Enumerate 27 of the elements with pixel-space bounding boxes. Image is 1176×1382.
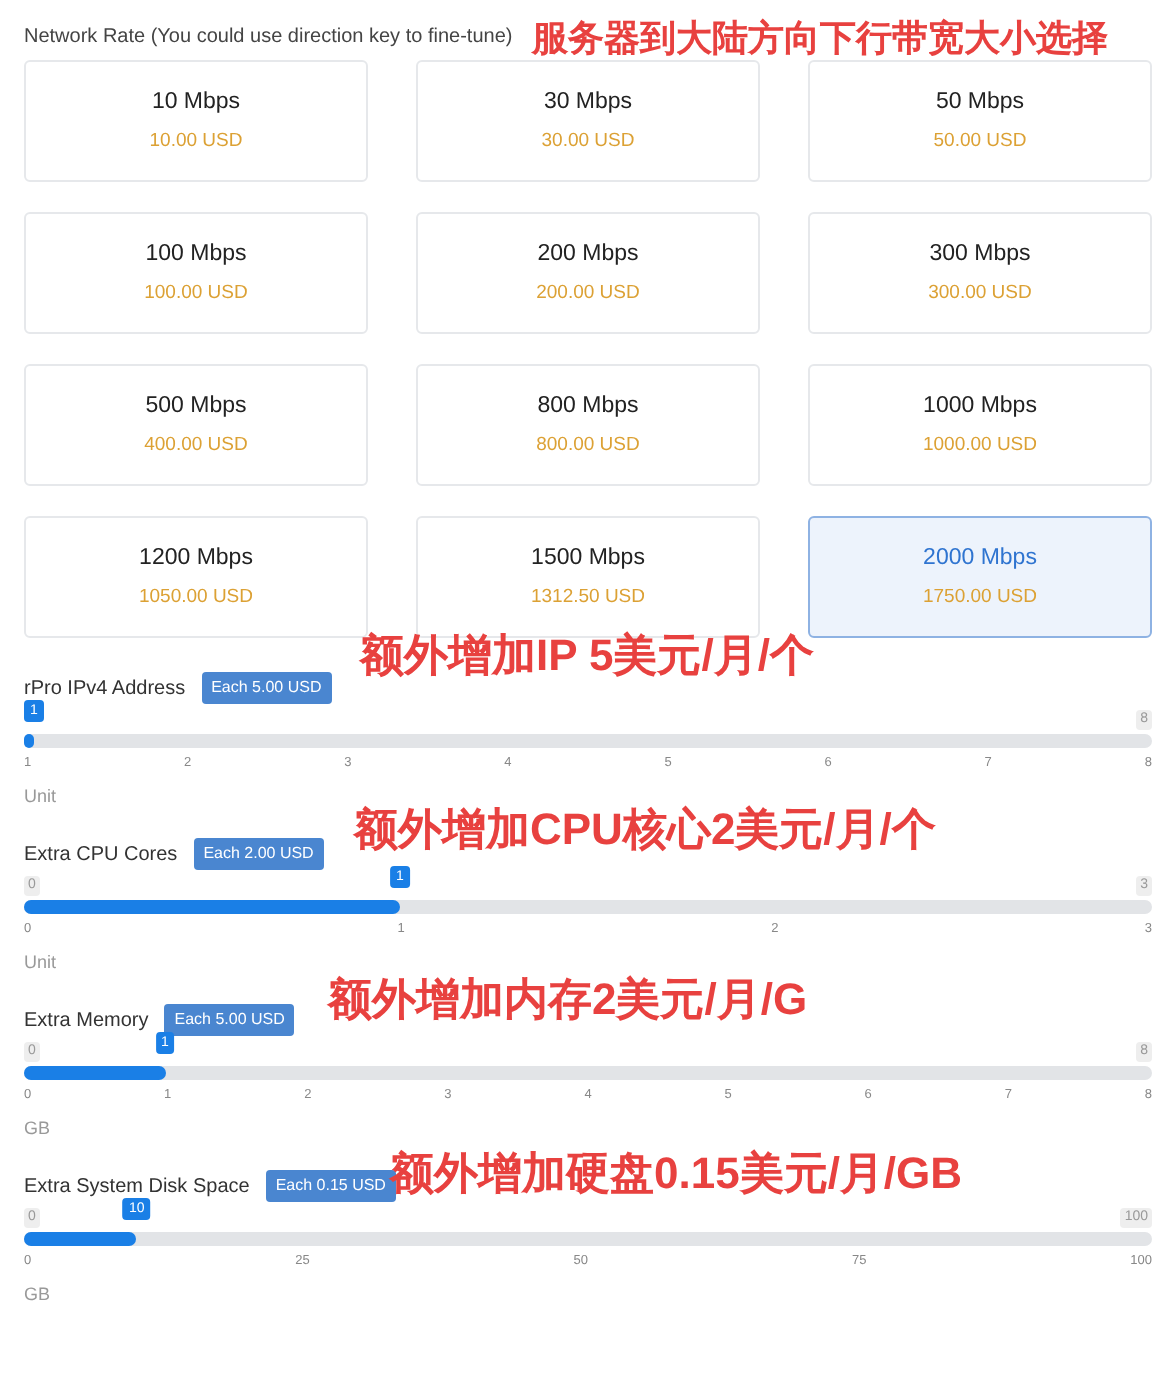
slider-label: Extra CPU Cores (24, 841, 178, 869)
rate-option[interactable]: 200 Mbps 200.00 USD (416, 212, 760, 334)
section-heading: Network Rate (You could use direction key to fine-tune) (24, 24, 513, 52)
rate-option[interactable]: 100 Mbps 100.00 USD (24, 212, 368, 334)
slider-label: Extra Memory (24, 1007, 149, 1035)
price-badge: Each 2.00 USD (193, 838, 324, 870)
rate-option[interactable]: 800 Mbps 800.00 USD (416, 364, 760, 486)
annotation-text: 服务器到大陆方向下行带宽大小选择 (532, 20, 1109, 56)
rate-option[interactable]: 1200 Mbps 1050.00 USD (24, 516, 368, 638)
annotation-text: 额外增加IP 5美元/月/个 (360, 634, 814, 678)
rate-option[interactable]: 50 Mbps 50.00 USD (808, 60, 1152, 182)
rate-option[interactable]: 30 Mbps 30.00 USD (416, 60, 760, 182)
slider-label: Extra System Disk Space (24, 1173, 250, 1201)
slider-label: rPro IPv4 Address (24, 675, 186, 703)
annotation-text: 额外增加CPU核心2美元/月/个 (354, 808, 936, 852)
rate-option[interactable]: 300 Mbps 300.00 USD (808, 212, 1152, 334)
rate-option[interactable]: 2000 Mbps 1750.00 USD (808, 516, 1152, 638)
rate-option[interactable]: 1000 Mbps 1000.00 USD (808, 364, 1152, 486)
price-badge: Each 5.00 USD (164, 1004, 295, 1036)
price-badge: Each 5.00 USD (201, 672, 332, 704)
unit-label: GB (24, 1116, 53, 1142)
rate-option[interactable]: 500 Mbps 400.00 USD (24, 364, 368, 486)
rate-option[interactable]: 10 Mbps 10.00 USD (24, 60, 368, 182)
unit-label: Unit (24, 784, 59, 810)
unit-label: GB (24, 1282, 53, 1308)
annotation-text: 额外增加内存2美元/月/G (328, 978, 808, 1022)
unit-label: Unit (24, 950, 59, 976)
